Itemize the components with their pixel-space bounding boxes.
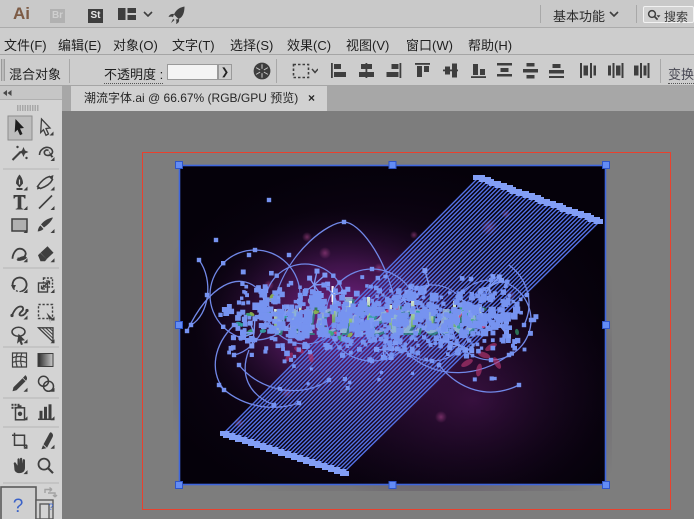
svg-text:?: ?: [48, 502, 53, 512]
svg-text:?: ?: [13, 496, 24, 517]
